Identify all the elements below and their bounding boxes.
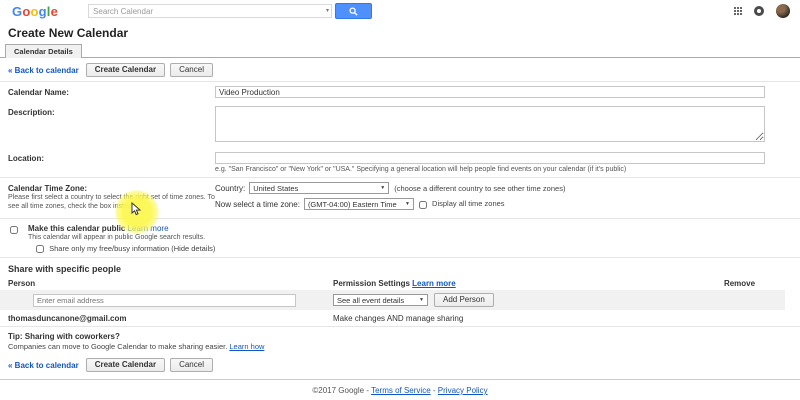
logo-letter: G xyxy=(12,4,22,19)
copyright: ©2017 Google - xyxy=(312,386,369,395)
timezone-select-label: Now select a time zone: xyxy=(215,200,300,209)
share-heading: Share with specific people xyxy=(0,257,800,277)
apps-grid-icon[interactable] xyxy=(734,7,742,15)
time-zone-help: Please first select a country to select … xyxy=(8,194,215,212)
search-button[interactable] xyxy=(335,3,372,19)
notifications-icon[interactable] xyxy=(754,6,764,16)
make-public-help: This calendar will appear in public Goog… xyxy=(28,234,215,241)
calendar-name-input[interactable] xyxy=(215,86,765,98)
timezone-select[interactable]: (GMT-04:00) Eastern Time ▼ xyxy=(304,198,414,210)
permission-learn-more-link[interactable]: Learn more xyxy=(412,279,456,288)
email-input[interactable] xyxy=(33,294,296,307)
country-select-value: United States xyxy=(253,184,298,193)
location-row: Location: e.g. "San Francisco" or "New Y… xyxy=(0,148,800,177)
person-email: thomasduncanone@gmail.com xyxy=(0,314,333,323)
search-icon xyxy=(349,7,358,16)
terms-link[interactable]: Terms of Service xyxy=(371,386,431,395)
dropdown-arrow-icon: ▼ xyxy=(419,297,424,303)
location-input[interactable] xyxy=(215,152,765,164)
toolbar-bottom: « Back to calendar Create Calendar Cance… xyxy=(0,353,800,376)
calendar-name-label: Calendar Name: xyxy=(8,88,69,97)
country-note: (choose a different country to see other… xyxy=(394,184,565,193)
display-all-timezones-checkbox[interactable] xyxy=(419,201,427,209)
tip-text: Companies can move to Google Calendar to… xyxy=(8,342,227,351)
logo-letter: g xyxy=(39,4,47,19)
dropdown-arrow-icon: ▼ xyxy=(405,201,410,207)
freebusy-checkbox[interactable] xyxy=(36,245,44,253)
create-calendar-button[interactable]: Create Calendar xyxy=(86,63,165,77)
create-calendar-button-bottom[interactable]: Create Calendar xyxy=(86,358,165,372)
back-to-calendar-link-bottom[interactable]: « Back to calendar xyxy=(8,361,79,370)
google-logo[interactable]: Google xyxy=(12,4,58,19)
share-person-row: thomasduncanone@gmail.com Make changes A… xyxy=(0,310,800,326)
tip-section: Tip: Sharing with coworkers? Companies c… xyxy=(0,326,800,353)
search-input[interactable] xyxy=(88,4,332,18)
avatar[interactable] xyxy=(776,4,790,18)
permission-column-header: Permission Settings xyxy=(333,279,410,288)
search-bar: ▾ xyxy=(88,3,372,19)
location-label: Location: xyxy=(8,154,44,163)
tab-bar: Calendar Details xyxy=(0,43,800,58)
time-zone-row: Calendar Time Zone: Please first select … xyxy=(0,177,800,218)
make-public-label: Make this calendar public xyxy=(28,224,125,233)
privacy-link[interactable]: Privacy Policy xyxy=(438,386,488,395)
tip-learn-how-link[interactable]: Learn how xyxy=(229,342,264,351)
make-public-checkbox[interactable] xyxy=(10,226,18,234)
footer: ©2017 Google - Terms of Service - Privac… xyxy=(0,380,800,400)
description-label: Description: xyxy=(8,108,55,117)
cancel-button[interactable]: Cancel xyxy=(170,63,213,77)
public-learn-more-link[interactable]: Learn more xyxy=(128,224,169,233)
search-options-caret-icon[interactable]: ▾ xyxy=(326,7,329,14)
remove-column-header: Remove xyxy=(697,279,782,288)
permission-select[interactable]: See all event details ▼ xyxy=(333,294,428,306)
permission-select-value: See all event details xyxy=(337,296,404,305)
freebusy-label: Share only my free/busy information (Hid… xyxy=(49,244,215,253)
logo-letter: e xyxy=(51,4,58,19)
location-hint: e.g. "San Francisco" or "New York" or "U… xyxy=(215,166,765,173)
country-select[interactable]: United States ▼ xyxy=(249,182,389,194)
display-all-timezones-label: Display all time zones xyxy=(432,199,505,208)
tab-calendar-details[interactable]: Calendar Details xyxy=(5,44,82,58)
description-row: Description: xyxy=(0,102,800,148)
person-column-header: Person xyxy=(0,279,333,288)
description-textarea[interactable] xyxy=(215,106,765,142)
header-actions xyxy=(734,4,790,18)
timezone-select-value: (GMT-04:00) Eastern Time xyxy=(308,200,397,209)
country-label: Country: xyxy=(215,184,245,193)
add-person-button[interactable]: Add Person xyxy=(434,293,494,307)
cancel-button-bottom[interactable]: Cancel xyxy=(170,358,213,372)
app-header: Google ▾ xyxy=(0,0,800,22)
create-new-calendar-page: Google ▾ Create New Calendar Calendar xyxy=(0,0,800,400)
back-to-calendar-link[interactable]: « Back to calendar xyxy=(8,66,79,75)
time-zone-label: Calendar Time Zone: xyxy=(8,184,87,193)
dropdown-arrow-icon: ▼ xyxy=(380,185,385,191)
person-permission: Make changes AND manage sharing xyxy=(333,314,697,323)
share-table-header: Person Permission Settings Learn more Re… xyxy=(0,277,800,290)
tip-title: Tip: Sharing with coworkers? xyxy=(8,332,120,341)
logo-letter: o xyxy=(30,4,38,19)
page-title: Create New Calendar xyxy=(0,22,800,43)
toolbar-top: « Back to calendar Create Calendar Cance… xyxy=(0,58,800,82)
calendar-name-row: Calendar Name: xyxy=(0,82,800,102)
make-public-section: Make this calendar public Learn more Thi… xyxy=(0,218,800,257)
add-person-row: See all event details ▼ Add Person xyxy=(0,290,785,310)
